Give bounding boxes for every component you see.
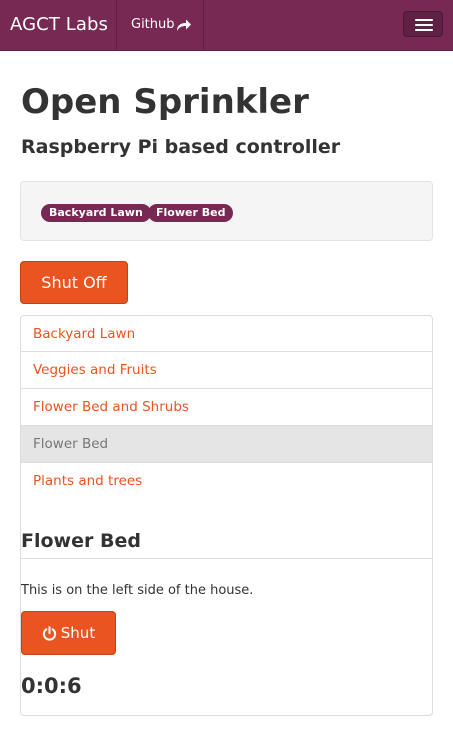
brand-link[interactable]: AGCT Labs xyxy=(10,14,108,35)
zone-detail-heading: Flower Bed xyxy=(21,500,432,559)
page-subtitle: Raspberry Pi based controller xyxy=(21,136,341,158)
zone-list-item[interactable]: Flower Bed and Shrubs xyxy=(20,389,433,426)
active-zones-well: Backyard Lawn Flower Bed xyxy=(20,181,433,241)
zone-list: Backyard Lawn Veggies and Fruits Flower … xyxy=(20,315,433,500)
zone-timer: 0:0:6 xyxy=(21,674,82,698)
github-link-label: Github xyxy=(131,17,175,32)
hamburger-icon xyxy=(415,29,433,31)
zone-shut-button-label: Shut xyxy=(60,624,96,642)
share-arrow-icon xyxy=(176,19,191,31)
power-icon xyxy=(42,625,56,641)
navbar-toggle-button[interactable] xyxy=(403,11,443,37)
navbar-divider xyxy=(203,0,204,50)
github-link[interactable]: Github xyxy=(131,17,192,32)
zone-list-item[interactable]: Veggies and Fruits xyxy=(20,352,433,389)
zone-detail-panel: Flower Bed This is on the left side of t… xyxy=(20,500,433,716)
navbar-divider xyxy=(116,0,117,50)
top-navbar: AGCT Labs Github xyxy=(0,0,453,51)
zone-list-item-active[interactable]: Flower Bed xyxy=(20,426,433,463)
zone-list-item[interactable]: Plants and trees xyxy=(20,463,433,500)
shut-off-button[interactable]: Shut Off xyxy=(20,261,128,304)
active-zone-badge: Flower Bed xyxy=(148,204,234,222)
zone-detail-description: This is on the left side of the house. xyxy=(21,583,254,598)
zone-list-item[interactable]: Backyard Lawn xyxy=(20,315,433,352)
zone-shut-button[interactable]: Shut xyxy=(21,611,116,655)
page-title: Open Sprinkler xyxy=(21,82,309,122)
active-zone-badge: Backyard Lawn xyxy=(41,204,151,222)
hamburger-icon xyxy=(415,19,433,21)
zone-detail-title: Flower Bed xyxy=(21,530,141,552)
hamburger-icon xyxy=(415,24,433,26)
